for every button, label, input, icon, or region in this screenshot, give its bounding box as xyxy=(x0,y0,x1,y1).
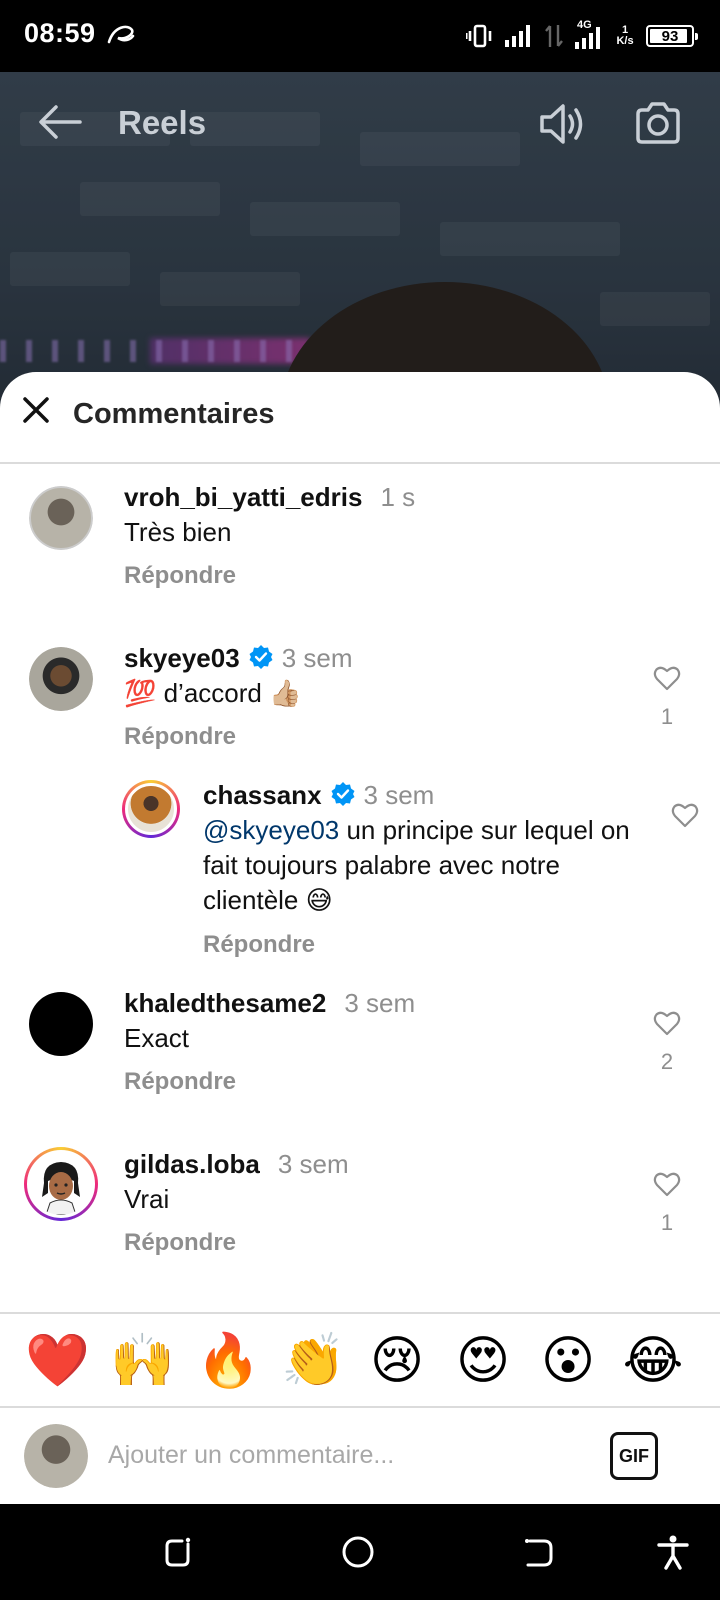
comment-input[interactable] xyxy=(108,1430,568,1480)
avatar[interactable] xyxy=(122,780,180,838)
heart-icon[interactable] xyxy=(653,665,681,691)
page-title: Reels xyxy=(118,104,207,141)
verified-badge-icon xyxy=(249,645,273,669)
avatar[interactable] xyxy=(29,647,93,711)
avatar[interactable] xyxy=(29,992,93,1056)
reply-button[interactable]: Répondre xyxy=(124,723,236,751)
avatar[interactable] xyxy=(29,486,93,550)
home-icon[interactable] xyxy=(340,1534,376,1570)
system-nav-bar xyxy=(0,1504,720,1600)
accessibility-icon[interactable] xyxy=(656,1534,690,1570)
comment-text: @skyeye03 un principe sur lequel on fait… xyxy=(203,813,633,918)
verified-badge-icon xyxy=(331,782,355,806)
comment-item: skyeye03 3 sem 💯 d’accord 👍🏼 Répondre 1 xyxy=(0,643,720,783)
reels-top-nav: Reels xyxy=(0,72,720,176)
comment-text: Vrai xyxy=(124,1184,170,1214)
emoji-surprised-button[interactable]: 😮 xyxy=(537,1330,599,1392)
comment-time: 1 s xyxy=(380,482,416,512)
emoji-crying-button[interactable]: 😢 xyxy=(366,1330,428,1392)
comment-time: 3 sem xyxy=(344,988,416,1018)
back-nav-icon[interactable] xyxy=(522,1534,558,1570)
comment-text: 💯 d’accord 👍🏼 xyxy=(124,678,302,708)
comment-username[interactable]: vroh_bi_yatti_edris xyxy=(124,482,362,512)
comment-text: Très bien xyxy=(124,517,232,547)
comment-item: gildas.loba 3 sem Vrai Répondre 1 xyxy=(0,1147,720,1299)
like-count: 2 xyxy=(660,1049,674,1074)
avatar[interactable] xyxy=(24,1147,98,1221)
speaker-icon[interactable] xyxy=(538,100,590,148)
comment-time: 3 sem xyxy=(363,780,435,810)
gif-button[interactable]: GIF xyxy=(610,1432,658,1480)
recent-apps-icon[interactable] xyxy=(160,1534,196,1570)
reply-button[interactable]: Répondre xyxy=(124,1068,236,1096)
network-speed-unit: K/s xyxy=(616,35,634,47)
battery-level: 93 xyxy=(661,27,679,45)
comment-text: Exact xyxy=(124,1023,190,1053)
sheet-title: Commentaires xyxy=(73,398,275,430)
signal-4g-icon: 4G xyxy=(574,19,604,50)
heart-icon[interactable] xyxy=(653,1171,681,1197)
comment-reply-item: chassanx 3 sem @skyeye03 un principe sur … xyxy=(0,780,720,980)
emoji-clap-button[interactable]: 👏 xyxy=(281,1330,346,1392)
like-count: 1 xyxy=(660,704,674,729)
emoji-laughing-button[interactable]: 😂 xyxy=(622,1330,684,1392)
emoji-heart-eyes-button[interactable]: 😍 xyxy=(452,1330,514,1392)
emoji-fire-button[interactable]: 🔥 xyxy=(196,1330,261,1392)
vibrate-icon xyxy=(466,24,492,48)
reply-button[interactable]: Répondre xyxy=(124,562,236,590)
comment-username[interactable]: skyeye03 xyxy=(124,643,240,673)
comment-username[interactable]: gildas.loba xyxy=(124,1149,260,1179)
camera-icon[interactable] xyxy=(634,100,682,146)
battery-icon: 93 xyxy=(646,25,698,47)
bitmoji-avatar-icon xyxy=(42,1162,80,1215)
comment-username[interactable]: chassanx xyxy=(203,780,322,810)
comment-time: 3 sem xyxy=(277,1149,349,1179)
network-speed: 1 K/s xyxy=(614,25,636,47)
comment-composer: GIF xyxy=(0,1408,720,1504)
notification-app-icon xyxy=(107,25,135,44)
close-icon[interactable] xyxy=(18,392,54,428)
status-icons: 4G 1 K/s 93 xyxy=(466,19,698,52)
emoji-heart-button[interactable]: ❤️ xyxy=(25,1330,90,1392)
comment-item: khaledthesame2 3 sem Exact Répondre 2 xyxy=(0,988,720,1138)
reply-button[interactable]: Répondre xyxy=(124,1229,236,1257)
quick-emoji-bar: ❤️ 🙌 🔥 👏 😢 😍 😮 😂 xyxy=(0,1312,720,1408)
like-count: 1 xyxy=(660,1210,674,1235)
emoji-raised-hands-button[interactable]: 🙌 xyxy=(110,1330,175,1392)
heart-icon[interactable] xyxy=(671,802,699,828)
comment-time: 3 sem xyxy=(281,643,353,673)
data-transfer-icon xyxy=(545,25,563,47)
arrow-left-icon[interactable] xyxy=(36,102,84,142)
self-avatar xyxy=(24,1424,88,1488)
comment-username[interactable]: khaledthesame2 xyxy=(124,988,326,1018)
sheet-header: Commentaires xyxy=(0,372,720,464)
reply-button[interactable]: Répondre xyxy=(203,931,315,959)
status-time: 08:59 xyxy=(24,18,96,48)
comment-item: vroh_bi_yatti_edris 1 s Très bien Répondr… xyxy=(0,482,720,632)
heart-icon[interactable] xyxy=(653,1010,681,1036)
mention-link[interactable]: @skyeye03 xyxy=(203,815,339,845)
status-bar: 08:59 4G 1 K/s 93 xyxy=(0,0,720,72)
signal-icon xyxy=(505,25,530,47)
